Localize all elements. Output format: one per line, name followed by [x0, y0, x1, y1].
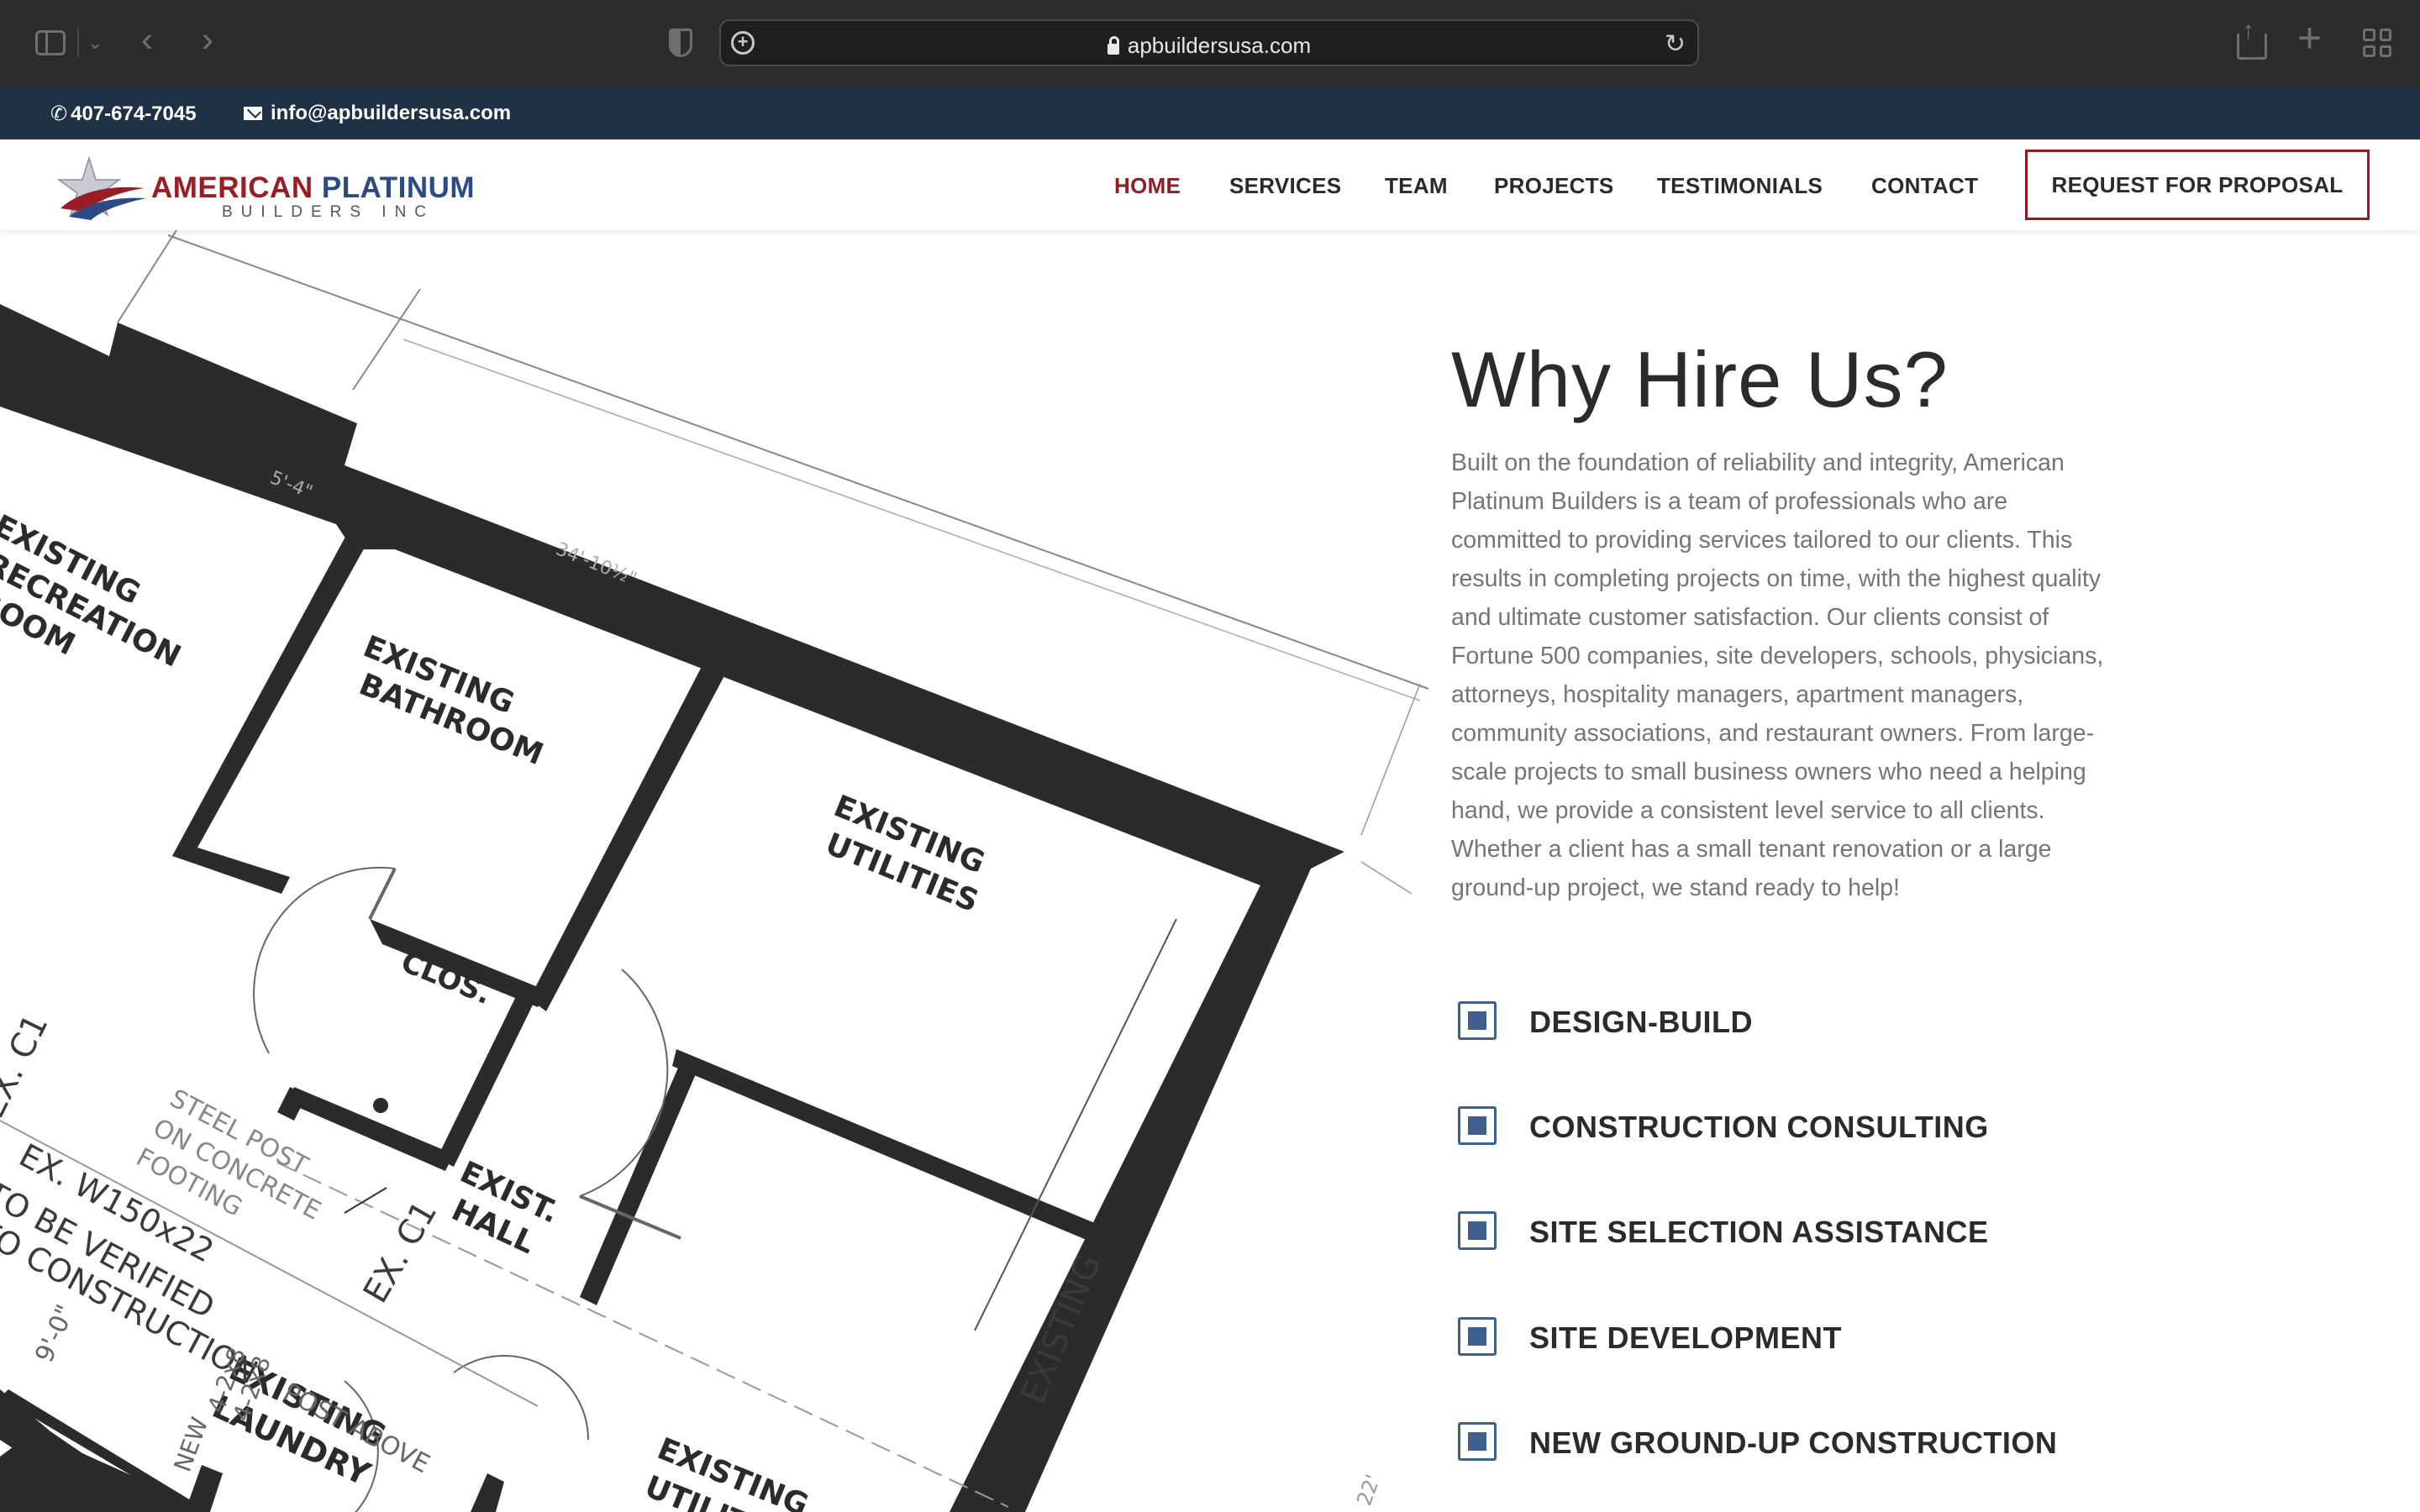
service-item: NEW GROUND-UP CONSTRUCTION [1451, 1422, 2123, 1473]
tab-overview-icon[interactable] [2363, 29, 2391, 57]
logo-star-icon [56, 156, 146, 220]
email-address: info@apbuildersusa.com [271, 102, 512, 124]
nav-home[interactable]: HOME [1114, 173, 1181, 199]
contact-info-bar: ✆ 407-674-7045 info@apbuildersusa.com [0, 87, 2420, 139]
address-bar[interactable]: + apbuildersusa.com ↻ [719, 19, 1699, 66]
forward-icon[interactable]: › [202, 22, 213, 57]
svg-text:9'-0": 9'-0" [29, 1300, 81, 1367]
logo-subtitle: BUILDERS INC [222, 203, 435, 221]
browser-toolbar: ⌄ ‹ › + apbuildersusa.com ↻ + [0, 0, 2420, 87]
service-item: DESIGN-BUILD [1451, 1001, 2123, 1052]
phone-icon: ✆ [50, 102, 68, 125]
lock-icon [1107, 36, 1119, 55]
logo-wordmark: AMERICAN PLATINUM [151, 171, 475, 205]
site-header: AMERICAN PLATINUM BUILDERS INC HOME SERV… [0, 139, 2420, 230]
service-item: SITE SELECTION ASSISTANCE [1451, 1211, 2123, 1262]
nav-contact[interactable]: CONTACT [1871, 173, 1978, 199]
service-label: NEW GROUND-UP CONSTRUCTION [1529, 1425, 2058, 1460]
share-icon[interactable] [2237, 17, 2267, 60]
checkbox-icon [1458, 1106, 1497, 1145]
phone-link[interactable]: ✆ 407-674-7045 [50, 102, 197, 126]
section-paragraph: Built on the foundation of reliability a… [1451, 449, 2104, 901]
svg-text:22': 22' [1352, 1472, 1385, 1509]
svg-text:NEW: NEW [169, 1414, 214, 1476]
site-logo[interactable]: AMERICAN PLATINUM BUILDERS INC [55, 153, 492, 221]
nav-testimonials[interactable]: TESTIMONIALS [1657, 173, 1823, 199]
checkbox-icon [1458, 1211, 1497, 1250]
url-text[interactable]: apbuildersusa.com [721, 33, 1697, 59]
section-title: Why Hire Us? [1451, 335, 1949, 423]
service-label: SITE SELECTION ASSISTANCE [1529, 1215, 1989, 1249]
service-label: SITE DEVELOPMENT [1529, 1320, 1843, 1355]
checkbox-icon [1458, 1317, 1497, 1356]
blueprint-image: EXISTING RECREATION ROOM EXISTING BATHRO… [0, 230, 1445, 1512]
chevron-down-icon[interactable]: ⌄ [87, 32, 103, 54]
url-value: apbuildersusa.com [1127, 33, 1312, 58]
back-icon[interactable]: ‹ [141, 22, 153, 57]
email-link[interactable]: info@apbuildersusa.com [244, 102, 511, 125]
floor-plan-drawing: EXISTING RECREATION ROOM EXISTING BATHRO… [0, 230, 1429, 1512]
service-item: CONSTRUCTION CONSULTING [1451, 1106, 2123, 1157]
service-label: CONSTRUCTION CONSULTING [1529, 1110, 1989, 1144]
privacy-shield-icon[interactable] [669, 29, 692, 57]
svg-text:EX. C1: EX. C1 [356, 1194, 445, 1310]
reload-icon[interactable]: ↻ [1665, 29, 1686, 59]
service-label: DESIGN-BUILD [1529, 1005, 1753, 1039]
sidebar-toggle-icon[interactable] [35, 30, 66, 55]
nav-services[interactable]: SERVICES [1229, 173, 1341, 199]
nav-team[interactable]: TEAM [1385, 173, 1448, 199]
toolbar-divider [77, 29, 79, 57]
service-item: SITE DEVELOPMENT [1451, 1317, 2123, 1368]
nav-projects[interactable]: PROJECTS [1494, 173, 1614, 199]
new-tab-icon[interactable]: + [2297, 17, 2322, 59]
request-for-proposal-button[interactable]: REQUEST FOR PROPOSAL [2025, 150, 2370, 220]
checkbox-icon [1458, 1422, 1497, 1461]
envelope-icon [244, 107, 262, 120]
checkbox-icon [1458, 1001, 1497, 1040]
logo-word-american: AMERICAN [151, 171, 313, 204]
phone-number: 407-674-7045 [71, 102, 197, 125]
svg-text:EX. C1: EX. C1 [0, 1008, 56, 1124]
logo-word-platinum: PLATINUM [321, 171, 476, 204]
